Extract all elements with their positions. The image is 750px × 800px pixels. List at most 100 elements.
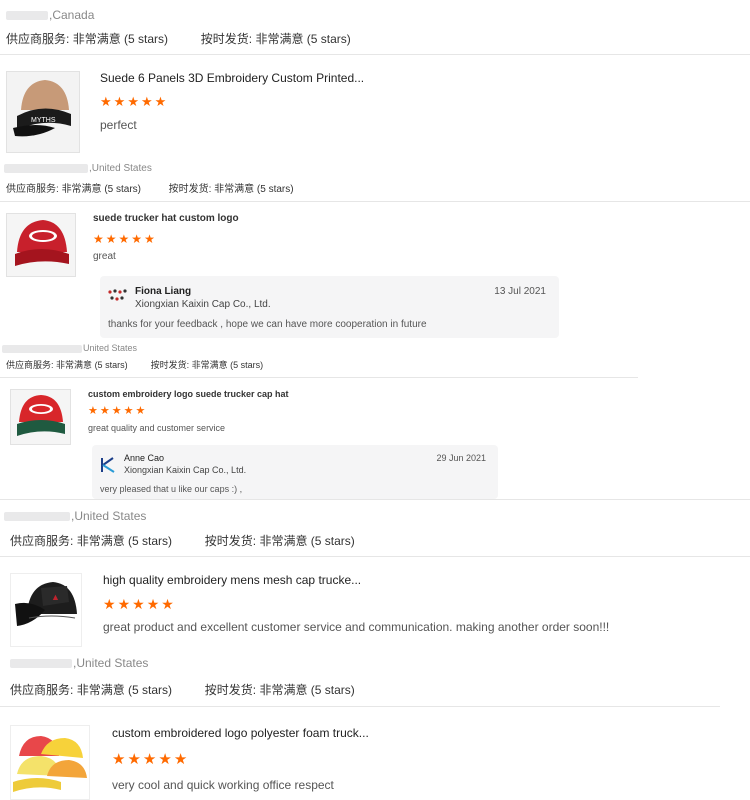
replier-name: Fiona Liang xyxy=(135,286,192,297)
star-icon: ★ xyxy=(118,232,130,246)
supplier-service-value: 非常满意 xyxy=(56,360,93,370)
product-thumbnail[interactable]: MYTHS xyxy=(6,71,80,153)
supplier-service-stars: (5 stars) xyxy=(94,360,128,370)
star-icon: ★ xyxy=(131,232,143,246)
star-icon: ★ xyxy=(100,94,112,109)
product-thumbnail[interactable] xyxy=(10,725,90,800)
divider xyxy=(0,377,638,378)
on-time-shipping-stars: (5 stars) xyxy=(256,184,294,195)
star-rating: ★ ★ ★ ★ ★ xyxy=(103,597,176,611)
on-time-shipping-stars: (5 stars) xyxy=(310,534,355,548)
product-title[interactable]: custom embroidered logo polyester foam t… xyxy=(112,726,369,740)
star-rating: ★ ★ ★ ★ ★ xyxy=(93,233,157,245)
star-icon: ★ xyxy=(103,596,116,612)
star-rating: ★ ★ ★ ★ ★ xyxy=(88,406,147,417)
star-icon: ★ xyxy=(123,405,134,417)
rating-summary: 供应商服务: 非常满意 (5 stars) 按时发货: 非常满意 (5 star… xyxy=(6,30,351,47)
product-thumbnail[interactable]: ▲ xyxy=(10,573,82,647)
on-time-shipping-stars: (5 stars) xyxy=(310,683,355,697)
star-icon: ★ xyxy=(99,405,110,417)
supplier-service-label: 供应商服务: xyxy=(6,184,59,195)
star-icon: ★ xyxy=(112,751,126,768)
cap-image: MYTHS xyxy=(7,72,79,152)
svg-text:▲: ▲ xyxy=(51,592,60,602)
product-thumbnail[interactable] xyxy=(10,389,71,445)
replier-name: Anne Cao xyxy=(124,453,165,463)
divider xyxy=(0,706,720,707)
supplier-service-label: 供应商服务: xyxy=(10,683,74,697)
star-icon: ★ xyxy=(140,94,153,109)
supplier-service-stars: (5 stars) xyxy=(124,32,169,46)
star-rating: ★ ★ ★ ★ ★ xyxy=(100,95,168,108)
reply-text: very pleased that u like our caps :) , xyxy=(100,484,243,494)
product-title[interactable]: Suede 6 Panels 3D Embroidery Custom Prin… xyxy=(100,71,364,85)
reviewer-country: ,United States xyxy=(4,163,152,174)
product-title[interactable]: suede trucker hat custom logo xyxy=(93,213,239,224)
on-time-shipping-value: 非常满意 xyxy=(259,534,308,548)
on-time-shipping-value: 非常满意 xyxy=(214,184,255,195)
on-time-shipping-stars: (5 stars) xyxy=(230,360,264,370)
supplier-reply: Anne Cao Xiongxian Kaixin Cap Co., Ltd. … xyxy=(92,445,498,499)
cap-image xyxy=(11,726,89,799)
product-title[interactable]: custom embroidery logo suede trucker cap… xyxy=(88,389,289,399)
star-icon: ★ xyxy=(154,94,167,109)
review-comment: great xyxy=(93,251,116,262)
on-time-shipping-label: 按时发货: xyxy=(168,184,212,195)
star-icon: ★ xyxy=(113,94,126,109)
on-time-shipping-label: 按时发货: xyxy=(204,534,257,548)
supplier-company[interactable]: Xiongxian Kaixin Cap Co., Ltd. xyxy=(124,465,246,475)
star-icon: ★ xyxy=(111,405,122,417)
star-icon: ★ xyxy=(146,596,160,612)
divider xyxy=(0,499,750,500)
divider xyxy=(0,201,750,202)
supplier-service-stars: (5 stars) xyxy=(104,184,142,195)
reviewer-country: ,Canada xyxy=(6,8,94,22)
star-icon: ★ xyxy=(127,751,141,768)
star-icon: ★ xyxy=(158,751,172,768)
supplier-logo-icon xyxy=(107,288,129,304)
review-comment: very cool and quick working office respe… xyxy=(112,778,334,792)
star-icon: ★ xyxy=(132,596,145,612)
svg-text:MYTHS: MYTHS xyxy=(31,117,56,124)
reviewer-country: ,United States xyxy=(4,509,146,523)
on-time-shipping-stars: (5 stars) xyxy=(306,32,351,46)
supplier-service-stars: (5 stars) xyxy=(128,683,173,697)
supplier-service-label: 供应商服务: xyxy=(6,360,54,370)
star-icon: ★ xyxy=(105,232,117,246)
supplier-service-label: 供应商服务: xyxy=(6,32,70,46)
rating-summary: 供应商服务: 非常满意 (5 stars) 按时发货: 非常满意 (5 star… xyxy=(6,180,294,195)
on-time-shipping-label: 按时发货: xyxy=(204,683,257,697)
star-icon: ★ xyxy=(144,232,155,246)
supplier-service-label: 供应商服务: xyxy=(10,534,74,548)
review-comment: great product and excellent customer ser… xyxy=(103,620,610,634)
cap-image xyxy=(11,390,70,444)
product-thumbnail[interactable] xyxy=(6,213,76,277)
supplier-service-value: 非常满意 xyxy=(76,683,125,697)
reply-date: 13 Jul 2021 xyxy=(494,286,546,297)
supplier-reply: Fiona Liang Xiongxian Kaixin Cap Co., Lt… xyxy=(100,276,559,338)
on-time-shipping-label: 按时发货: xyxy=(200,32,253,46)
supplier-service-value: 非常满意 xyxy=(61,184,102,195)
supplier-logo-icon xyxy=(100,456,116,474)
supplier-company[interactable]: Xiongxian Kaixin Cap Co., Ltd. xyxy=(135,299,271,310)
star-icon: ★ xyxy=(135,405,146,417)
rating-summary: 供应商服务: 非常满意 (5 stars) 按时发货: 非常满意 (5 star… xyxy=(6,358,263,371)
star-icon: ★ xyxy=(127,94,139,109)
review-comment: great quality and customer service xyxy=(88,423,226,433)
reply-date: 29 Jun 2021 xyxy=(436,453,486,463)
star-icon: ★ xyxy=(142,751,157,768)
rating-summary: 供应商服务: 非常满意 (5 stars) 按时发货: 非常满意 (5 star… xyxy=(10,532,355,549)
supplier-service-stars: (5 stars) xyxy=(128,534,173,548)
product-title[interactable]: high quality embroidery mens mesh cap tr… xyxy=(103,573,361,587)
supplier-service-value: 非常满意 xyxy=(76,534,125,548)
star-icon: ★ xyxy=(88,405,98,417)
star-icon: ★ xyxy=(173,751,188,768)
reviewer-country: United States xyxy=(2,343,137,353)
reply-text: thanks for your feedback , hope we can h… xyxy=(108,319,427,330)
on-time-shipping-label: 按时发货: xyxy=(150,360,190,370)
star-icon: ★ xyxy=(93,232,104,246)
star-rating: ★ ★ ★ ★ ★ xyxy=(112,752,189,767)
on-time-shipping-value: 非常满意 xyxy=(259,683,308,697)
rating-summary: 供应商服务: 非常满意 (5 stars) 按时发货: 非常满意 (5 star… xyxy=(10,681,355,698)
cap-image xyxy=(7,214,75,276)
